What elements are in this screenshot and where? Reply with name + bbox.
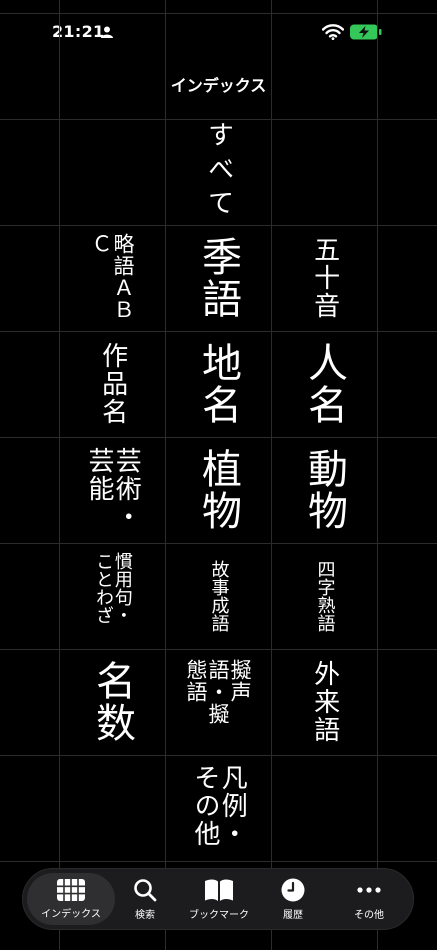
- index-animals[interactable]: 動物: [271, 437, 377, 543]
- search-icon: [134, 878, 157, 901]
- person-icon: [101, 26, 113, 38]
- index-person-names[interactable]: 人名: [271, 331, 377, 437]
- index-numerals[interactable]: 名数: [59, 649, 165, 755]
- tab-bookmarks[interactable]: ブックマーク: [181, 869, 257, 929]
- index-numerals-label: 名数: [89, 660, 135, 744]
- grid-icon: [57, 878, 85, 901]
- index-abbreviations[interactable]: 略語ＡＢＣ: [59, 225, 165, 331]
- grid-line: [0, 13, 437, 14]
- index-proverbs-label: 故事成語: [208, 560, 230, 632]
- tab-bookmarks-label: ブックマーク: [189, 909, 249, 921]
- tab-index-label: インデックス: [41, 908, 101, 920]
- tab-search[interactable]: 検索: [107, 869, 183, 929]
- index-four-char-idioms-label: 四字熟語: [314, 560, 336, 632]
- tab-search-label: 検索: [135, 909, 155, 921]
- index-loanwords[interactable]: 外来語: [271, 649, 377, 755]
- index-works-label: 作品名: [97, 342, 128, 426]
- index-idioms-label: 慣用句・ことわざ: [93, 552, 133, 624]
- index-person-names-label: 人名: [301, 342, 347, 426]
- index-place-names[interactable]: 地名: [165, 331, 271, 437]
- page-title: インデックス: [170, 76, 267, 95]
- index-idioms[interactable]: 慣用句・ことわざ: [59, 543, 165, 649]
- index-loanwords-label: 外来語: [309, 660, 340, 744]
- index-all[interactable]: すべて: [165, 119, 271, 225]
- tab-index[interactable]: インデックス: [27, 873, 115, 925]
- clock-icon: [281, 878, 305, 901]
- grid-line: [0, 861, 437, 862]
- grid-line: [377, 0, 378, 950]
- index-all-label: すべて: [203, 121, 234, 223]
- index-onomatopoeia-label: 擬声語・擬態語: [183, 659, 253, 725]
- index-abbreviations-label: 略語ＡＢＣ: [89, 233, 136, 321]
- index-seasonal-words[interactable]: 季語: [165, 225, 271, 331]
- tab-history-label: 履歴: [283, 909, 303, 921]
- book-icon: [205, 879, 233, 901]
- index-place-names-label: 地名: [195, 342, 241, 426]
- index-onomatopoeia[interactable]: 擬声語・擬態語: [165, 649, 271, 755]
- index-four-char-idioms[interactable]: 四字熟語: [271, 543, 377, 649]
- status-bar: 21:21: [0, 0, 437, 62]
- index-arts[interactable]: 芸術・芸能: [59, 437, 165, 543]
- more-icon: [357, 886, 381, 893]
- index-seasonal-words-label: 季語: [195, 236, 241, 320]
- index-misc-label: 凡例・その他: [190, 764, 248, 848]
- index-gojuon-label: 五十音: [309, 236, 340, 320]
- index-proverbs[interactable]: 故事成語: [165, 543, 271, 649]
- tab-more-label: その他: [354, 909, 384, 921]
- tab-more[interactable]: その他: [331, 869, 407, 929]
- tab-bar: インデックス 検索 ブックマーク 履歴 その他: [22, 868, 414, 930]
- index-plants[interactable]: 植物: [165, 437, 271, 543]
- index-misc[interactable]: 凡例・その他: [165, 755, 271, 861]
- index-works[interactable]: 作品名: [59, 331, 165, 437]
- tab-history[interactable]: 履歴: [255, 869, 331, 929]
- index-arts-label: 芸術・芸能: [84, 447, 142, 531]
- index-animals-label: 動物: [301, 448, 347, 532]
- index-gojuon[interactable]: 五十音: [271, 225, 377, 331]
- index-plants-label: 植物: [195, 448, 241, 532]
- wifi-icon: [322, 24, 344, 40]
